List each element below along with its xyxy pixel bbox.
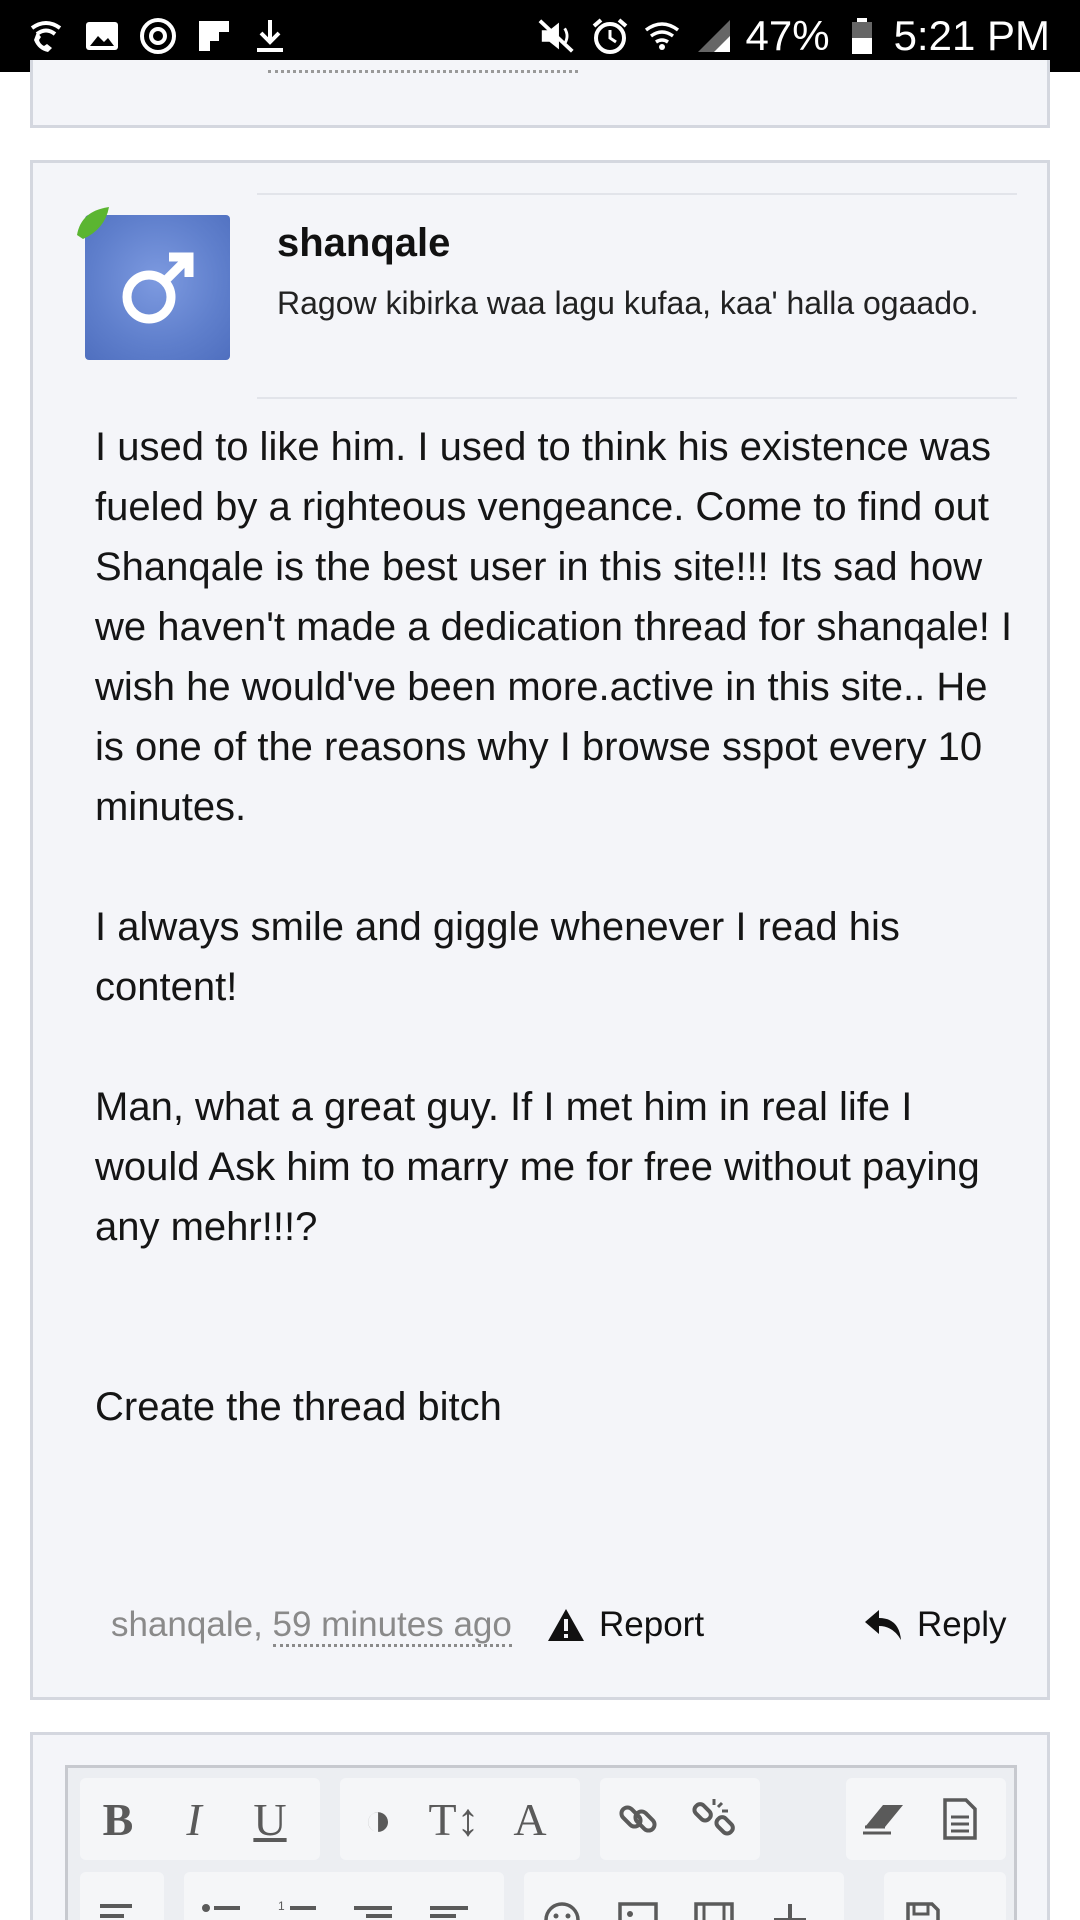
font-group: ◑ T↕ A	[340, 1778, 580, 1860]
battery-icon	[842, 16, 882, 56]
reply-button[interactable]: Reply	[863, 1605, 1006, 1645]
post-author-date: shanqale, 59 minutes ago	[111, 1605, 512, 1647]
link-button[interactable]	[600, 1778, 676, 1860]
message-paragraph: I always smile and giggle whenever I rea…	[95, 905, 900, 1009]
outdent-icon	[354, 1906, 392, 1918]
outdent-button[interactable]	[336, 1900, 412, 1920]
message-paragraph: Create the thread bitch	[95, 1385, 502, 1429]
align-group	[80, 1872, 164, 1920]
list-group: 1	[184, 1872, 504, 1920]
number-list-button[interactable]: 1	[260, 1900, 336, 1920]
font-family-button[interactable]: A	[492, 1778, 568, 1860]
underline-button[interactable]: U	[232, 1778, 308, 1860]
user-title: Ragow kibirka waa lagu kufaa, kaa' halla…	[277, 285, 979, 321]
reply-label: Reply	[917, 1605, 1007, 1644]
user-header: shanqale Ragow kibirka waa lagu kufaa, k…	[257, 193, 1017, 399]
insert-button[interactable]	[752, 1900, 828, 1920]
template-button[interactable]	[922, 1778, 998, 1860]
bullet-list-icon	[202, 1904, 240, 1912]
username-link[interactable]: shanqale	[277, 221, 450, 266]
misc-group	[846, 1778, 1006, 1860]
svg-text:1: 1	[278, 1900, 285, 1913]
online-indicator-icon	[77, 207, 109, 239]
gallery-icon	[82, 16, 122, 56]
unlink-icon	[692, 1799, 735, 1836]
smilie-icon	[544, 1902, 580, 1920]
battery-percent: 47%	[745, 12, 830, 59]
save-icon	[906, 1902, 940, 1920]
wifi-icon	[642, 16, 682, 56]
italic-button[interactable]: I	[156, 1778, 232, 1860]
link-icon	[619, 1805, 657, 1833]
alarm-icon	[590, 16, 630, 56]
link-group	[600, 1778, 760, 1860]
remove-format-button[interactable]	[846, 1778, 922, 1860]
download-icon	[250, 16, 290, 56]
sync-icon	[138, 16, 178, 56]
text-style-group: B I U	[80, 1778, 320, 1860]
message-paragraph: I used to like him. I used to think his …	[95, 425, 1013, 829]
warning-icon	[548, 1609, 584, 1641]
male-symbol-icon	[122, 252, 193, 323]
align-icon	[100, 1904, 132, 1918]
post-author-link[interactable]: shanqale,	[111, 1605, 263, 1644]
smilie-button[interactable]	[524, 1900, 600, 1920]
align-button[interactable]	[80, 1900, 156, 1920]
number-list-icon: 1	[278, 1900, 316, 1913]
indent-icon	[430, 1906, 468, 1918]
post-time-link[interactable]: 59 minutes ago	[272, 1605, 512, 1647]
rich-text-editor: B I U ◑ T↕ A 1	[65, 1765, 1017, 1920]
eraser-icon	[863, 1805, 903, 1835]
signal-icon	[694, 16, 734, 56]
mute-icon	[538, 16, 578, 56]
report-label: Report	[599, 1605, 705, 1644]
media-button[interactable]	[676, 1900, 752, 1920]
save-draft-button[interactable]	[884, 1900, 960, 1920]
insert-icon	[774, 1904, 806, 1920]
bold-button[interactable]: B	[80, 1778, 156, 1860]
unlink-button[interactable]	[676, 1778, 752, 1860]
color-button[interactable]: ◑	[340, 1778, 416, 1860]
forum-post: shanqale Ragow kibirka waa lagu kufaa, k…	[30, 160, 1050, 1700]
bullet-list-button[interactable]	[184, 1900, 260, 1920]
media-icon	[694, 1902, 734, 1920]
previous-post-timestamp-underline	[268, 70, 578, 73]
avatar[interactable]	[77, 205, 235, 360]
clock: 5:21 PM	[893, 12, 1050, 59]
message-paragraph: Man, what a great guy. If I met him in r…	[95, 1085, 980, 1249]
reply-icon	[865, 1610, 901, 1640]
image-icon	[618, 1902, 658, 1920]
previous-post-card	[30, 60, 1050, 128]
indent-button[interactable]	[412, 1900, 488, 1920]
font-size-button[interactable]: T↕	[416, 1778, 492, 1860]
post-footer: shanqale, 59 minutes ago Report Reply	[111, 1605, 1011, 1655]
report-button[interactable]: Report	[547, 1605, 704, 1645]
flipboard-icon	[194, 16, 234, 56]
quick-reply-card: B I U ◑ T↕ A 1	[30, 1732, 1050, 1920]
wifi-call-icon	[26, 16, 66, 56]
insert-group	[524, 1872, 844, 1920]
template-icon	[943, 1798, 977, 1840]
post-message: I used to like him. I used to think his …	[95, 417, 1015, 1497]
image-button[interactable]	[600, 1900, 676, 1920]
save-group	[884, 1872, 1006, 1920]
